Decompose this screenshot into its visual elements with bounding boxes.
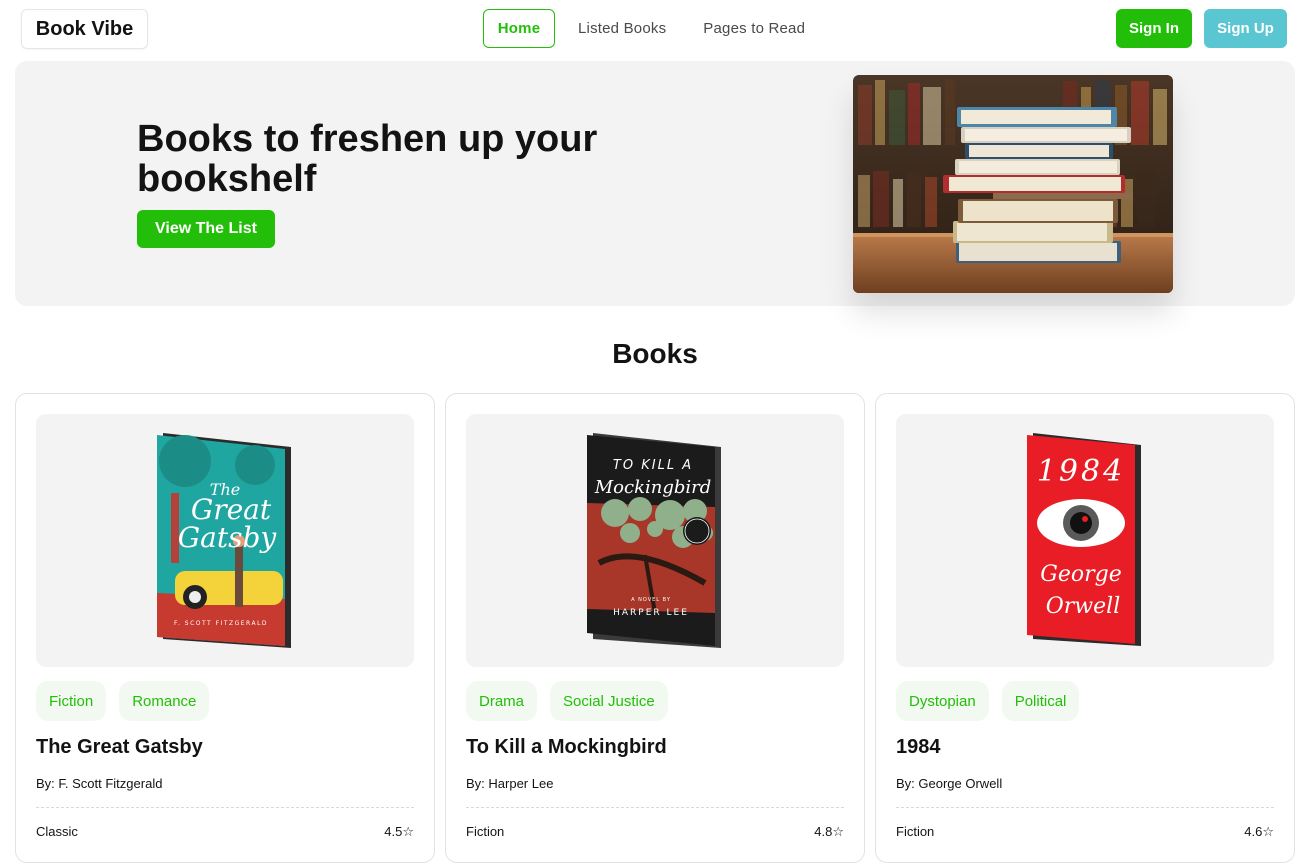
book-author: By: F. Scott Fitzgerald <box>36 776 163 791</box>
tag-social-justice[interactable]: Social Justice <box>550 681 668 721</box>
book-tags: Drama Social Justice <box>466 681 681 721</box>
book-tags: Fiction Romance <box>36 681 222 721</box>
hero-image <box>853 75 1173 293</box>
tag-romance[interactable]: Romance <box>119 681 210 721</box>
book-cover: The Great Gatsby F. SCOTT FITZGERALD <box>157 433 291 648</box>
book-title: The Great Gatsby <box>36 736 203 758</box>
hero-banner: Books to freshen up your bookshelf View … <box>15 61 1295 306</box>
star-icon: ☆ <box>1262 824 1274 839</box>
logo[interactable]: Book Vibe <box>21 9 148 49</box>
star-icon: ☆ <box>402 824 414 839</box>
book-cover-frame: The Great Gatsby F. SCOTT FITZGERALD <box>36 414 414 667</box>
tag-fiction[interactable]: Fiction <box>36 681 107 721</box>
book-card[interactable]: The Great Gatsby F. SCOTT FITZGERALD Fic… <box>15 393 435 863</box>
tag-drama[interactable]: Drama <box>466 681 538 721</box>
book-cover-frame: TO KILL A Mockingbird A NOVEL BY HARPER … <box>466 414 844 667</box>
book-card[interactable]: 1984 George Orwell Dystopian Political 1… <box>875 393 1295 863</box>
svg-text:HARPER LEE: HARPER LEE <box>613 608 689 618</box>
rating-value: 4.5 <box>384 824 403 839</box>
book-title: To Kill a Mockingbird <box>466 736 667 758</box>
book-rating: 4.8☆ <box>814 824 844 840</box>
navbar: Book Vibe Home Listed Books Pages to Rea… <box>0 0 1310 56</box>
book-rating: 4.5☆ <box>384 824 414 840</box>
book-rating: 4.6☆ <box>1244 824 1274 840</box>
book-category: Classic <box>36 824 78 839</box>
book-cover-frame: 1984 George Orwell <box>896 414 1274 667</box>
svg-text:Orwell: Orwell <box>1046 594 1120 619</box>
svg-text:F. SCOTT FITZGERALD: F. SCOTT FITZGERALD <box>174 620 268 627</box>
book-card[interactable]: TO KILL A Mockingbird A NOVEL BY HARPER … <box>445 393 865 863</box>
view-list-button[interactable]: View The List <box>137 210 275 248</box>
rating-value: 4.6 <box>1244 824 1263 839</box>
nav-item-listed-books[interactable]: Listed Books <box>578 9 666 48</box>
svg-text:A NOVEL BY: A NOVEL BY <box>631 597 671 603</box>
card-divider <box>896 807 1274 808</box>
card-divider <box>36 807 414 808</box>
book-title: 1984 <box>896 736 941 758</box>
tag-political[interactable]: Political <box>1001 681 1080 721</box>
book-author: By: Harper Lee <box>466 776 554 791</box>
svg-text:1984: 1984 <box>1037 454 1125 489</box>
nav-item-home[interactable]: Home <box>483 9 555 48</box>
nav-menu: Home Listed Books Pages to Read <box>483 9 805 48</box>
svg-text:Mockingbird: Mockingbird <box>594 477 712 498</box>
book-author: By: George Orwell <box>896 776 1003 791</box>
svg-text:Gatsby: Gatsby <box>178 521 278 554</box>
book-cover: 1984 George Orwell <box>1027 433 1141 646</box>
nav-item-pages-to-read[interactable]: Pages to Read <box>703 9 805 48</box>
svg-text:George: George <box>1040 562 1121 587</box>
sign-in-button[interactable]: Sign In <box>1116 9 1192 48</box>
book-category: Fiction <box>466 824 505 839</box>
svg-text:TO KILL A: TO KILL A <box>613 458 693 473</box>
tag-dystopian[interactable]: Dystopian <box>896 681 989 721</box>
card-divider <box>466 807 844 808</box>
book-cover: TO KILL A Mockingbird A NOVEL BY HARPER … <box>587 433 721 648</box>
book-category: Fiction <box>896 824 935 839</box>
hero-title: Books to freshen up your bookshelf <box>137 118 598 200</box>
book-tags: Dystopian Political <box>896 681 1092 721</box>
star-icon: ☆ <box>832 824 844 839</box>
books-section-title: Books <box>612 338 698 369</box>
sign-up-button[interactable]: Sign Up <box>1204 9 1287 48</box>
rating-value: 4.8 <box>814 824 833 839</box>
